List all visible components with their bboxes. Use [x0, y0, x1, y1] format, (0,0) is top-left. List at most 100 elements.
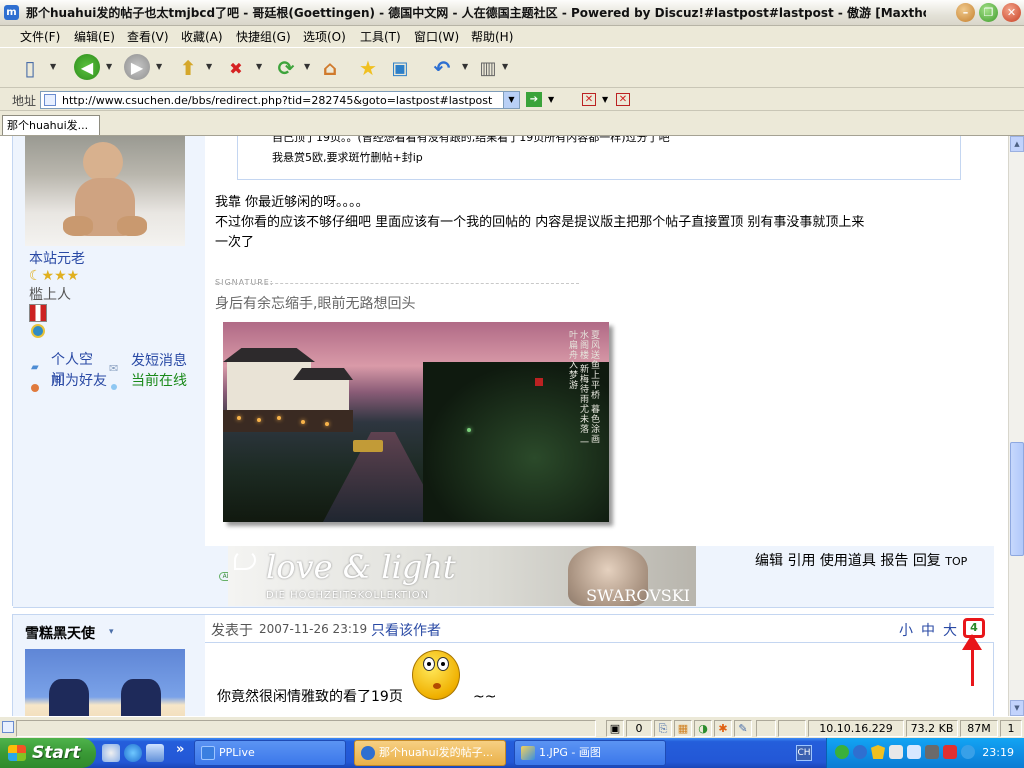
- maxthon-icon: [361, 746, 375, 760]
- taskbar-button-pplive[interactable]: PPLive: [194, 740, 346, 766]
- only-author-link[interactable]: 只看该作者: [371, 620, 441, 640]
- menu-help[interactable]: 帮助(H): [469, 29, 515, 45]
- post-author-sidebar: 本站元老 ☾★★★ 槛上人 ▰ 个人空间 加为好友 ✉ 发短消息 当前在线: [13, 136, 205, 606]
- chevron-down-icon[interactable]: ▼: [256, 62, 262, 71]
- use-item-link[interactable]: 使用道具: [820, 553, 876, 569]
- send-message-link[interactable]: 发短消息: [131, 350, 187, 370]
- language-indicator[interactable]: CH: [796, 745, 812, 761]
- menu-groups[interactable]: 快捷组(G): [234, 29, 293, 45]
- posted-time: 2007-11-26 23:19: [259, 622, 368, 636]
- font-small-button[interactable]: 小: [899, 620, 913, 640]
- minimize-button[interactable]: –: [956, 3, 975, 22]
- quicklaunch-app-icon[interactable]: [146, 744, 164, 762]
- forward-icon[interactable]: ▶: [124, 54, 150, 80]
- top-link[interactable]: TOP: [945, 555, 967, 568]
- taskbar-button-paint[interactable]: 1.JPG - 画图: [514, 740, 666, 766]
- taskbar-button-browser[interactable]: 那个huahui发的帖子...: [354, 740, 506, 766]
- font-medium-button[interactable]: 中: [921, 620, 935, 640]
- message-icon[interactable]: ✉: [109, 362, 118, 375]
- space-icon[interactable]: ▰: [31, 362, 39, 373]
- windows-logo-icon: [8, 745, 26, 761]
- speaker-icon[interactable]: [925, 745, 939, 759]
- taskbar: Start » PPLive 那个huahui发的帖子... 1.JPG - 画…: [0, 738, 1024, 768]
- start-button[interactable]: Start: [0, 738, 96, 768]
- restore-button[interactable]: ❐: [979, 3, 998, 22]
- chevron-down-icon[interactable]: ▼: [548, 95, 554, 104]
- rank-stars-icon: ☾★★★: [29, 268, 80, 284]
- close-all-icon[interactable]: ✕: [616, 93, 630, 106]
- add-friend-link[interactable]: 加为好友: [51, 370, 107, 390]
- link-icon[interactable]: ⎘: [654, 720, 672, 737]
- chevron-down-icon[interactable]: ▼: [462, 62, 468, 71]
- chevron-down-icon[interactable]: ▼: [156, 62, 162, 71]
- close-button[interactable]: ✕: [1002, 3, 1021, 22]
- trash-icon[interactable]: ▣: [606, 720, 624, 737]
- annotation-arrow-icon: [962, 634, 982, 650]
- back-icon[interactable]: ◀: [74, 54, 100, 80]
- chevron-down-icon[interactable]: ▾: [109, 627, 114, 637]
- reply-link[interactable]: 回复: [913, 553, 941, 569]
- chevron-down-icon[interactable]: ▼: [50, 62, 56, 71]
- menu-options[interactable]: 选项(O): [301, 29, 348, 45]
- chevron-down-icon[interactable]: ▼: [503, 92, 519, 108]
- network-icon[interactable]: [835, 745, 849, 759]
- undo-icon[interactable]: ↶: [428, 54, 456, 82]
- media-icon[interactable]: ◑: [694, 720, 712, 737]
- chevron-down-icon[interactable]: ▼: [206, 62, 212, 71]
- edit-link[interactable]: 编辑: [755, 553, 783, 569]
- home-icon[interactable]: ⌂: [316, 54, 344, 82]
- maxthon-tray-icon[interactable]: [853, 745, 867, 759]
- author-name[interactable]: 雪糕黑天使: [25, 623, 95, 643]
- vertical-scrollbar[interactable]: ▲ ▼: [1008, 136, 1024, 716]
- tab-current[interactable]: 那个huahui发...: [2, 115, 100, 135]
- refresh-icon[interactable]: ⟳: [272, 54, 300, 82]
- menu-file[interactable]: 文件(F): [18, 29, 62, 45]
- scroll-thumb[interactable]: [1010, 442, 1024, 556]
- antivirus-icon[interactable]: [943, 745, 957, 759]
- chevron-down-icon[interactable]: ▼: [106, 62, 112, 71]
- ad-banner[interactable]: love & light DIE HOCHZEITSKOLLEKTION SWA…: [228, 546, 696, 606]
- flash-icon[interactable]: ✱: [714, 720, 732, 737]
- favorites-icon[interactable]: ★: [354, 54, 382, 82]
- tools-icon[interactable]: ▥: [474, 54, 502, 82]
- menu-edit[interactable]: 编辑(E): [72, 29, 117, 45]
- new-page-icon[interactable]: ▯: [16, 54, 44, 82]
- up-icon[interactable]: ⬆: [174, 54, 202, 82]
- menu-window[interactable]: 窗口(W): [412, 29, 461, 45]
- quote-line: 自己顶了19页。。(曾经想看看有没有跟的,结果看了19页所有内容都一样)过分了吧: [272, 136, 670, 144]
- scroll-up-icon[interactable]: ▲: [1010, 136, 1024, 152]
- chevron-down-icon[interactable]: ▼: [304, 62, 310, 71]
- address-input[interactable]: http://www.csuchen.de/bbs/redirect.php?t…: [40, 91, 520, 109]
- security-icon[interactable]: [871, 745, 885, 759]
- reply-line: 我靠 你最近够闲的呀。。。。: [215, 195, 369, 210]
- title-bar[interactable]: m 那个huahui发的帖子也太tmjbcd了吧 - 哥廷根(Goettinge…: [0, 0, 1024, 26]
- friend-icon[interactable]: [31, 384, 39, 392]
- menu-tools[interactable]: 工具(T): [358, 29, 403, 45]
- menu-favorites[interactable]: 收藏(A): [179, 29, 225, 45]
- popup-icon[interactable]: ▦: [674, 720, 692, 737]
- menu-view[interactable]: 查看(V): [125, 29, 171, 45]
- app-tray-icon[interactable]: [889, 745, 903, 759]
- scroll-down-icon[interactable]: ▼: [1010, 700, 1024, 716]
- author-title[interactable]: 本站元老: [29, 248, 85, 268]
- go-icon[interactable]: ➔: [526, 92, 542, 107]
- chevron-down-icon[interactable]: ▼: [502, 62, 508, 71]
- quote-link[interactable]: 引用: [787, 553, 815, 569]
- quicklaunch-maxthon-icon[interactable]: [124, 744, 142, 762]
- stop-icon[interactable]: ✖: [222, 54, 250, 82]
- edit-icon[interactable]: ✎: [734, 720, 752, 737]
- report-link[interactable]: 报告: [880, 553, 908, 569]
- ip-address: 10.10.16.229: [808, 720, 904, 737]
- address-url[interactable]: http://www.csuchen.de/bbs/redirect.php?t…: [62, 93, 492, 108]
- post-header: 发表于 2007-11-26 23:19 只看该作者 小 中 大 4: [205, 615, 994, 643]
- quicklaunch-more-icon[interactable]: »: [176, 742, 184, 757]
- font-large-button[interactable]: 大: [943, 620, 957, 640]
- sync-icon[interactable]: [961, 745, 975, 759]
- quicklaunch-desktop-icon[interactable]: [102, 744, 120, 762]
- signature-divider: [215, 283, 579, 284]
- window-icon[interactable]: ▣: [386, 54, 414, 82]
- close-tab-icon[interactable]: ✕: [582, 93, 596, 106]
- chevron-down-icon[interactable]: ▼: [602, 95, 608, 104]
- ad-subtitle: DIE HOCHZEITSKOLLEKTION: [266, 590, 430, 601]
- monitor-icon[interactable]: [907, 745, 921, 759]
